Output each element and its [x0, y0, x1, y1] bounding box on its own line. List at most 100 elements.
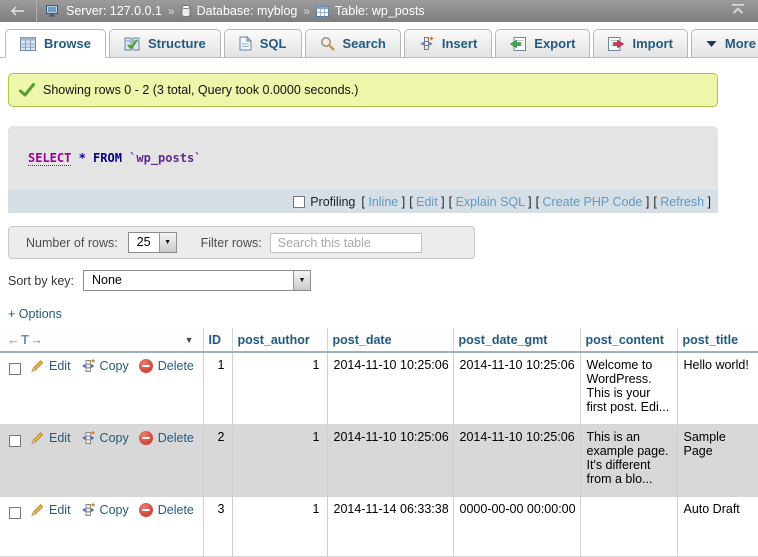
row-actions-cell: Edit Copy Delete — [0, 352, 203, 424]
sql-icon — [239, 36, 252, 51]
row-action-copy[interactable]: Copy — [81, 431, 129, 445]
dropdown-arrow-icon: ▼ — [159, 233, 176, 252]
row-action-edit[interactable]: Edit — [30, 503, 71, 517]
arrow-left-icon — [11, 6, 26, 16]
tab-sql[interactable]: SQL — [224, 29, 302, 58]
row-actions-cell: Edit Copy Delete — [0, 424, 203, 496]
row-action-edit[interactable]: Edit — [30, 431, 71, 445]
number-of-rows-select[interactable]: 25 ▼ — [128, 232, 177, 253]
breadcrumb-item-database[interactable]: Database: myblog — [197, 4, 298, 18]
row-action-label: Edit — [49, 503, 71, 517]
breadcrumb: Server: 127.0.0.1 » Database: myblog » Table… — [37, 4, 718, 18]
row-checkbox[interactable] — [9, 507, 21, 519]
tab-label: Insert — [442, 36, 477, 51]
cell-post_content: Welcome to WordPress. This is your first… — [580, 352, 677, 424]
chevron-down-icon — [706, 40, 717, 48]
import-icon — [608, 37, 624, 51]
cell-post_date_gmt: 2014-11-10 10:25:06 — [453, 424, 580, 496]
cell-post_author: 1 — [232, 352, 327, 424]
sort-by-key-value: None — [84, 271, 293, 290]
insert-icon — [419, 36, 434, 51]
sql-query-box: SELECT * FROM `wp_posts` — [8, 126, 718, 190]
row-options-panel: Number of rows: 25 ▼ Filter rows: — [8, 226, 475, 259]
table-icon — [316, 6, 329, 17]
sql-query-panel: SELECT * FROM `wp_posts` Profiling [ Inl… — [8, 126, 718, 213]
tab-label: SQL — [260, 36, 287, 51]
row-actions-cell: Edit Copy Delete — [0, 496, 203, 556]
row-action-label: Copy — [100, 503, 129, 517]
tab-export[interactable]: Export — [495, 29, 590, 58]
copy-icon — [81, 431, 95, 445]
number-of-rows-value: 25 — [129, 233, 159, 252]
sort-by-key-select[interactable]: None ▼ — [83, 270, 311, 291]
check-icon — [19, 83, 35, 97]
database-icon — [181, 5, 191, 17]
options-toggle-link[interactable]: + Options — [8, 307, 62, 321]
filter-rows-input[interactable] — [270, 233, 422, 253]
delete-icon — [139, 359, 153, 373]
row-action-label: Edit — [49, 359, 71, 373]
transpose-icon[interactable]: ←T→ — [7, 332, 44, 347]
row-checkbox[interactable] — [9, 363, 21, 375]
breadcrumb-separator: » — [303, 4, 310, 18]
filter-rows-label: Filter rows: — [201, 236, 262, 250]
search-icon — [320, 36, 335, 51]
collapse-console-button[interactable] — [718, 4, 758, 18]
row-action-label: Delete — [158, 431, 194, 445]
cell-id: 3 — [203, 496, 232, 556]
tab-import[interactable]: Import — [593, 29, 687, 58]
sql-text: * FROM — [71, 151, 129, 165]
tab-insert[interactable]: Insert — [404, 29, 492, 58]
browse-icon — [20, 37, 36, 51]
sql-action-edit[interactable]: Edit — [416, 195, 438, 209]
row-action-copy[interactable]: Copy — [81, 503, 129, 517]
tab-more[interactable]: More — [691, 29, 758, 58]
cell-post_date_gmt: 2014-11-10 10:25:06 — [453, 352, 580, 424]
row-checkbox[interactable] — [9, 435, 21, 447]
server-icon — [46, 5, 60, 17]
row-action-label: Copy — [100, 431, 129, 445]
copy-icon — [81, 503, 95, 517]
cell-id: 1 — [203, 352, 232, 424]
breadcrumb-item-table[interactable]: Table: wp_posts — [335, 4, 425, 18]
column-header-post_content[interactable]: post_content — [580, 328, 677, 352]
tab-browse[interactable]: Browse — [5, 29, 106, 58]
sort-by-key-label: Sort by key: — [8, 274, 74, 288]
profiling-checkbox[interactable] — [293, 196, 305, 208]
breadcrumb-separator: » — [168, 4, 175, 18]
dropdown-arrow-icon: ▼ — [293, 271, 310, 290]
sql-footer: Profiling [ Inline ][ Edit ][ Explain SQ… — [8, 190, 718, 213]
table-row: EditCopyDelete112014-11-10 10:25:062014-… — [0, 352, 758, 424]
row-action-delete[interactable]: Delete — [139, 503, 194, 517]
sql-footer-link-wrap: [ Refresh ] — [653, 195, 711, 209]
column-header-post_date[interactable]: post_date — [327, 328, 453, 352]
cell-post_content: This is an example page. It's different … — [580, 424, 677, 496]
column-header-post_date_gmt[interactable]: post_date_gmt — [453, 328, 580, 352]
tab-structure[interactable]: Structure — [109, 29, 221, 58]
breadcrumb-item-server[interactable]: Server: 127.0.0.1 — [66, 4, 162, 18]
cell-post_author: 1 — [232, 496, 327, 556]
column-header-post_author[interactable]: post_author — [232, 328, 327, 352]
row-action-label: Delete — [158, 503, 194, 517]
column-header-post_title[interactable]: post_title — [677, 328, 758, 352]
cell-post_author: 1 — [232, 424, 327, 496]
table-row: EditCopyDelete312014-11-14 06:33:380000-… — [0, 496, 758, 556]
column-header-id[interactable]: ID — [203, 328, 232, 352]
sql-action-refresh[interactable]: Refresh — [660, 195, 704, 209]
sql-action-explain-sql[interactable]: Explain SQL — [456, 195, 525, 209]
sql-action-inline[interactable]: Inline — [368, 195, 398, 209]
back-button[interactable] — [0, 0, 37, 22]
copy-icon — [81, 359, 95, 373]
sql-keyword[interactable]: SELECT — [28, 151, 71, 166]
row-action-delete[interactable]: Delete — [139, 359, 194, 373]
structure-icon — [124, 37, 140, 51]
tab-search[interactable]: Search — [305, 29, 401, 58]
options-dropdown-icon[interactable]: ▼ — [185, 335, 194, 345]
tab-label: Export — [534, 36, 575, 51]
row-action-edit[interactable]: Edit — [30, 359, 71, 373]
cell-post_date: 2014-11-10 10:25:06 — [327, 352, 453, 424]
row-action-copy[interactable]: Copy — [81, 359, 129, 373]
sql-action-create-php-code[interactable]: Create PHP Code — [543, 195, 643, 209]
row-action-delete[interactable]: Delete — [139, 431, 194, 445]
cell-post_title: Hello world! — [677, 352, 758, 424]
